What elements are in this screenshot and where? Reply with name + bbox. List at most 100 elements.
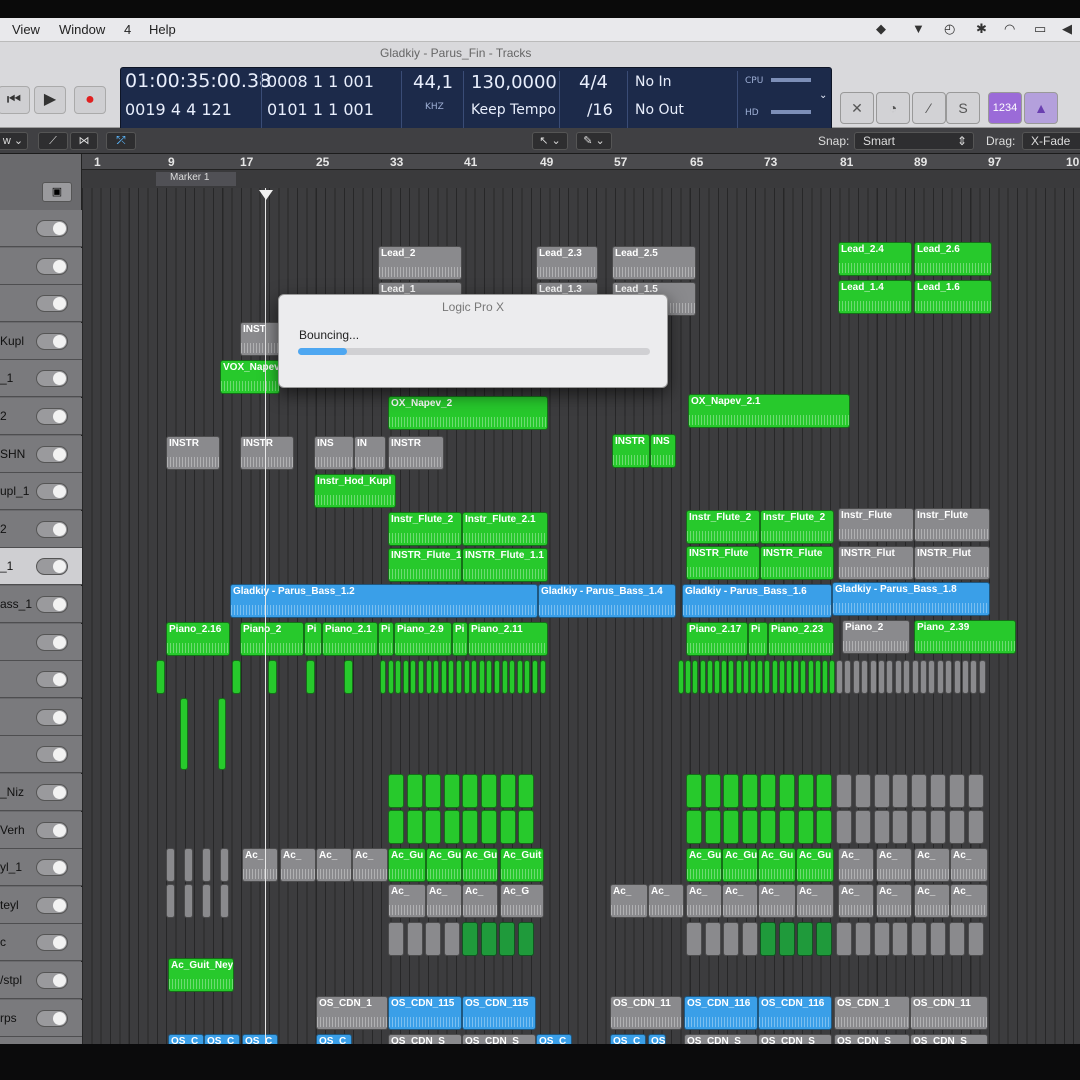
clip-slice[interactable] (387, 660, 394, 694)
clip-slice[interactable] (723, 810, 740, 844)
track-header[interactable] (0, 247, 82, 285)
track-header[interactable] (0, 285, 82, 323)
clip-slice[interactable] (344, 660, 353, 694)
clip-slice[interactable] (771, 660, 778, 694)
track-on-off-toggle[interactable] (36, 1009, 68, 1027)
region[interactable]: Ac_Guit (500, 848, 544, 882)
clip-slice[interactable] (786, 660, 792, 694)
clip-slice[interactable] (854, 774, 871, 808)
region[interactable]: Ac_ (876, 848, 912, 882)
region[interactable]: INS (314, 436, 354, 470)
clip-slice[interactable] (678, 660, 684, 694)
region[interactable]: Ac_ (838, 848, 874, 882)
metronome-icon[interactable]: ▲ (1024, 92, 1058, 124)
solo-icon[interactable]: S (946, 92, 980, 124)
clip-slice[interactable] (760, 922, 776, 956)
region[interactable]: Piano_2.17 (686, 622, 748, 656)
clip-slice[interactable] (948, 922, 965, 956)
clip-slice[interactable] (448, 660, 455, 694)
clip-slice[interactable] (948, 774, 965, 808)
clip-slice[interactable] (750, 660, 756, 694)
region[interactable]: Ac_ (914, 884, 950, 918)
clip-slice[interactable] (232, 660, 241, 694)
region[interactable]: Ac_Gu (796, 848, 834, 882)
track-header[interactable]: upl_1 (0, 473, 82, 511)
clip-slice[interactable] (433, 660, 440, 694)
region[interactable]: OS_CDN_115 (462, 996, 536, 1030)
track-header[interactable] (0, 623, 82, 661)
region[interactable]: Lead_1.6 (914, 280, 992, 314)
playhead[interactable] (265, 188, 266, 1058)
region[interactable]: Lead_2.4 (838, 242, 912, 276)
region[interactable]: Ac_ (316, 848, 352, 882)
region[interactable]: OS_CDN_116 (684, 996, 758, 1030)
track-header[interactable]: yl_1 (0, 849, 82, 887)
clip-slice[interactable] (741, 810, 758, 844)
track-header[interactable] (0, 736, 82, 774)
wifi-icon[interactable]: ◠ (1004, 21, 1015, 37)
clip-slice[interactable] (456, 660, 462, 694)
flex-icon[interactable]: ⋈ (70, 132, 98, 150)
clip-slice[interactable] (499, 774, 516, 808)
region[interactable]: Lead_2.3 (536, 246, 598, 280)
region[interactable]: Instr_Flute_2 (760, 510, 834, 544)
clip-slice[interactable] (686, 922, 702, 956)
clip-slice[interactable] (721, 660, 728, 694)
airplay-icon[interactable]: ▭ (1034, 21, 1046, 37)
region[interactable]: IN (354, 436, 386, 470)
clip-slice[interactable] (471, 660, 478, 694)
region[interactable]: Pi (748, 622, 768, 656)
track-on-off-toggle[interactable] (36, 633, 68, 651)
bluetooth-icon[interactable]: ✱ (976, 21, 987, 37)
view-menu[interactable]: w ⌄ (0, 132, 28, 150)
clip-slice[interactable] (418, 660, 424, 694)
record-button[interactable]: ● (74, 86, 106, 114)
track-header[interactable]: c (0, 924, 82, 962)
clip-slice[interactable] (443, 774, 460, 808)
clip-slice[interactable] (970, 660, 978, 694)
clip-slice[interactable] (388, 774, 404, 808)
clip-slice[interactable] (686, 774, 702, 808)
clip-slice[interactable] (463, 660, 470, 694)
clip-slice[interactable] (425, 774, 442, 808)
track-on-off-toggle[interactable] (36, 859, 68, 877)
clip-slice[interactable] (911, 810, 928, 844)
clip-slice[interactable] (886, 660, 894, 694)
clip-slice[interactable] (218, 698, 226, 770)
clip-slice[interactable] (706, 660, 713, 694)
clip-slice[interactable] (861, 660, 869, 694)
clip-slice[interactable] (797, 810, 814, 844)
region[interactable]: Ac_Gu (388, 848, 426, 882)
region[interactable]: Instr_Flute_2.1 (462, 512, 548, 546)
clip-slice[interactable] (829, 660, 836, 694)
clip-slice[interactable] (499, 922, 516, 956)
track-header[interactable]: ass_1 (0, 586, 82, 623)
clip-slice[interactable] (704, 810, 721, 844)
clip-slice[interactable] (741, 774, 758, 808)
clip-slice[interactable] (869, 660, 877, 694)
clip-slice[interactable] (406, 810, 423, 844)
region[interactable]: INSTR_Flut (838, 546, 914, 580)
clip-slice[interactable] (873, 774, 890, 808)
clip-slice[interactable] (797, 774, 814, 808)
count-in-button[interactable]: 1234 (988, 92, 1022, 124)
clip-slice[interactable] (892, 922, 909, 956)
clip-slice[interactable] (410, 660, 417, 694)
clip-slice[interactable] (760, 810, 777, 844)
clip-slice[interactable] (878, 660, 885, 694)
clip-slice[interactable] (532, 660, 538, 694)
region[interactable]: Gladkiy - Parus_Bass_1.4 (538, 584, 676, 618)
replace-icon[interactable]: ✕ (840, 92, 874, 124)
region[interactable]: Pi (304, 622, 322, 656)
clip-slice[interactable] (501, 660, 508, 694)
region[interactable]: Ac_ (796, 884, 834, 918)
clip-slice[interactable] (967, 774, 984, 808)
region[interactable]: OS_CDN_11 (910, 996, 988, 1030)
clip-slice[interactable] (395, 660, 402, 694)
clip-slice[interactable] (967, 922, 984, 956)
region[interactable]: OS_CDN_116 (758, 996, 832, 1030)
region[interactable]: Ac_Gu (426, 848, 462, 882)
region[interactable]: Lead_1.4 (838, 280, 912, 314)
track-header[interactable] (0, 210, 82, 247)
clip-slice[interactable] (873, 810, 890, 844)
